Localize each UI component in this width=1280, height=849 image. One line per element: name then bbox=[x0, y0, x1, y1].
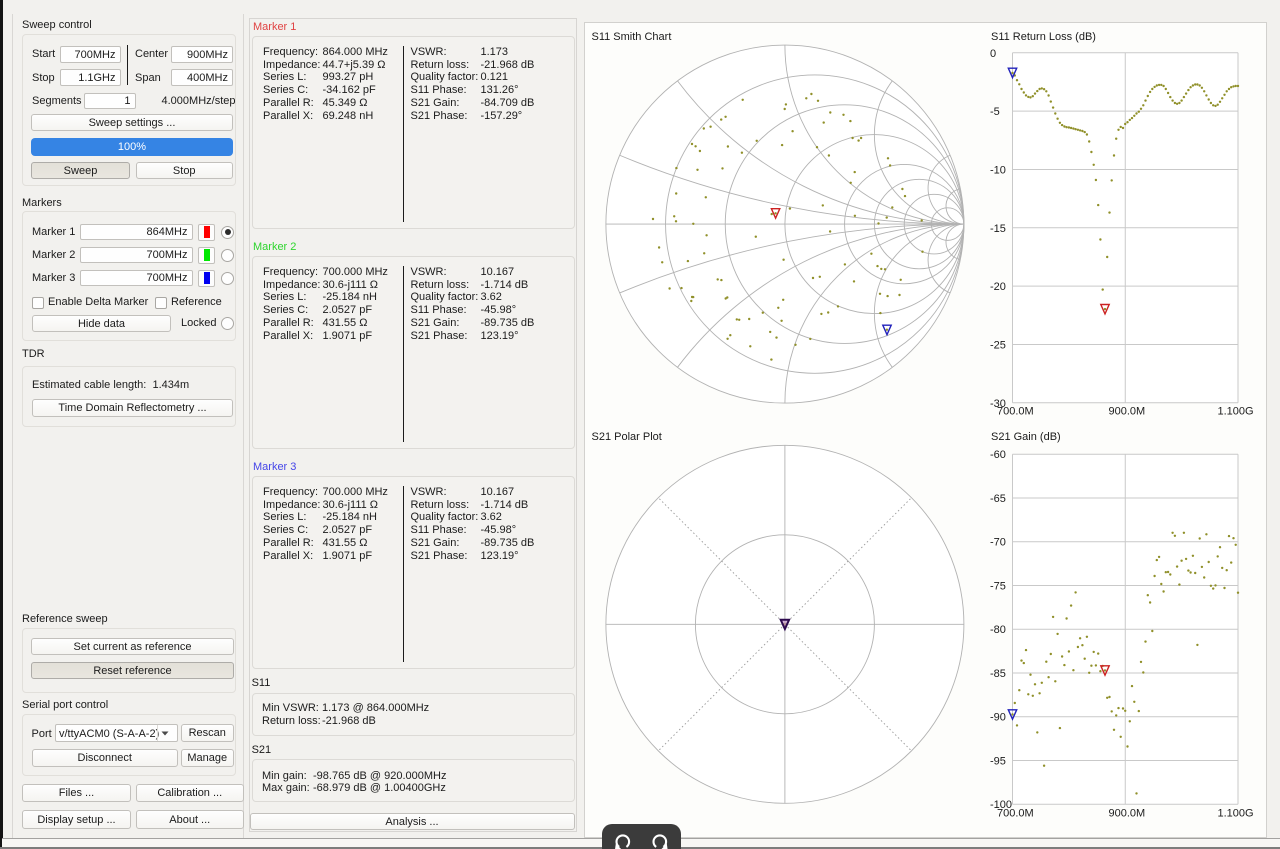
svg-text:700.0M: 700.0M bbox=[997, 405, 1034, 417]
svg-text:-5: -5 bbox=[990, 106, 1000, 118]
svg-text:-10: -10 bbox=[990, 165, 1006, 177]
svg-text:-15: -15 bbox=[990, 223, 1006, 235]
svg-text:-70: -70 bbox=[990, 537, 1006, 549]
svg-text:-95: -95 bbox=[990, 756, 1006, 768]
svg-text:S21 Polar Plot: S21 Polar Plot bbox=[591, 431, 661, 443]
svg-text:-60: -60 bbox=[990, 449, 1006, 461]
svg-text:S11 Return Loss (dB): S11 Return Loss (dB) bbox=[991, 31, 1096, 43]
svg-text:0: 0 bbox=[990, 48, 996, 60]
svg-text:-75: -75 bbox=[990, 581, 1006, 593]
svg-text:-85: -85 bbox=[990, 668, 1006, 680]
svg-text:1.100G: 1.100G bbox=[1218, 405, 1254, 417]
svg-text:700.0M: 700.0M bbox=[997, 807, 1034, 819]
svg-text:S21 Gain (dB): S21 Gain (dB) bbox=[991, 431, 1061, 443]
svg-text:-65: -65 bbox=[990, 493, 1006, 505]
svg-text:-90: -90 bbox=[990, 712, 1006, 724]
svg-text:-80: -80 bbox=[990, 624, 1006, 636]
svg-text:900.0M: 900.0M bbox=[1109, 807, 1146, 819]
svg-text:S11 Smith Chart: S11 Smith Chart bbox=[591, 31, 671, 43]
svg-text:-25: -25 bbox=[990, 340, 1006, 352]
svg-text:1.100G: 1.100G bbox=[1218, 807, 1254, 819]
svg-text:900.0M: 900.0M bbox=[1109, 405, 1146, 417]
svg-text:-20: -20 bbox=[990, 281, 1006, 293]
